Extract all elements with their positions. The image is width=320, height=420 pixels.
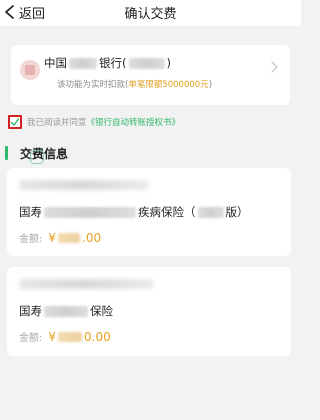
bank-name-paren-open: ( xyxy=(122,56,127,70)
agreement-row: 我已阅读并同意 《银行自动转账授权书》 xyxy=(8,112,293,132)
chevron-right-icon xyxy=(271,61,278,73)
bottom-area xyxy=(0,356,301,420)
bank-desc-suffix: ) xyxy=(208,80,213,90)
page-title: 确认交费 xyxy=(124,7,177,22)
amount-row: 金额: ¥ .00 xyxy=(19,230,101,245)
touch-indicator xyxy=(30,150,44,164)
nav-bar: 返回 确认交费 xyxy=(0,0,301,26)
amount-label: 金额: xyxy=(19,234,43,245)
amount-value: ¥ 0.00 xyxy=(48,330,110,344)
redacted-line xyxy=(19,279,154,289)
redacted-policy-name xyxy=(44,206,136,218)
checkmark-icon xyxy=(10,118,20,126)
agreement-link[interactable]: 《银行自动转账授权书》 xyxy=(87,116,181,128)
amount-tail: .00 xyxy=(82,231,102,245)
policy-name-year: 版） xyxy=(225,205,249,219)
policy-name: 国寿 保险 xyxy=(19,303,113,319)
bank-name-paren-close: ) xyxy=(166,56,172,70)
policy-name-suffix: 疾病保险（ xyxy=(138,205,196,219)
redacted-amount xyxy=(58,332,83,342)
section-accent-bar xyxy=(5,146,8,160)
redacted-line xyxy=(19,180,149,190)
policy-card: 国寿 保险 金额: ¥ 0.00 xyxy=(7,267,291,356)
policy-name-suffix: 保险 xyxy=(90,304,113,318)
redacted-bank-name xyxy=(69,57,97,69)
amount-value: ¥ .00 xyxy=(48,231,101,245)
redacted-policy-year xyxy=(197,206,224,218)
bank-desc-prefix: 该功能为实时扣款( xyxy=(57,80,129,90)
amount-label: 金额: xyxy=(19,333,43,344)
policy-name-prefix: 国寿 xyxy=(19,205,42,219)
currency-symbol: ¥ xyxy=(48,231,57,245)
bank-card-selector[interactable]: 中国 银行 ( ) 该功能为实时扣款(单笔限额5000000元) xyxy=(11,45,290,105)
bank-desc-limit: 单笔限额5000000元 xyxy=(128,80,209,90)
policy-name: 国寿 疾病保险（ 版） xyxy=(19,204,249,220)
redacted-policy-name xyxy=(44,305,88,317)
policy-card: 国寿 疾病保险（ 版） 金额: ¥ .00 xyxy=(7,168,291,256)
bank-logo xyxy=(20,60,40,80)
amount-row: 金额: ¥ 0.00 xyxy=(19,329,111,344)
agreement-text: 我已阅读并同意 xyxy=(27,118,87,128)
bank-name-suffix: 银行 xyxy=(99,56,122,70)
amount-tail: 0.00 xyxy=(84,330,111,344)
redacted-card-number xyxy=(128,57,165,69)
currency-symbol: ¥ xyxy=(48,330,57,344)
agreement-checkbox[interactable] xyxy=(8,115,22,129)
redacted-amount xyxy=(58,233,81,243)
bank-description: 该功能为实时扣款(单笔限额5000000元) xyxy=(57,78,212,90)
policy-name-prefix: 国寿 xyxy=(19,304,42,318)
screen: 返回 确认交费 中国 银行 ( ) 该功能为实时扣款(单笔限额5000000元)… xyxy=(0,0,301,420)
bank-name-prefix: 中国 xyxy=(44,56,67,70)
section-title: 交费信息 xyxy=(20,146,69,161)
bank-name: 中国 银行 ( ) xyxy=(44,55,171,71)
